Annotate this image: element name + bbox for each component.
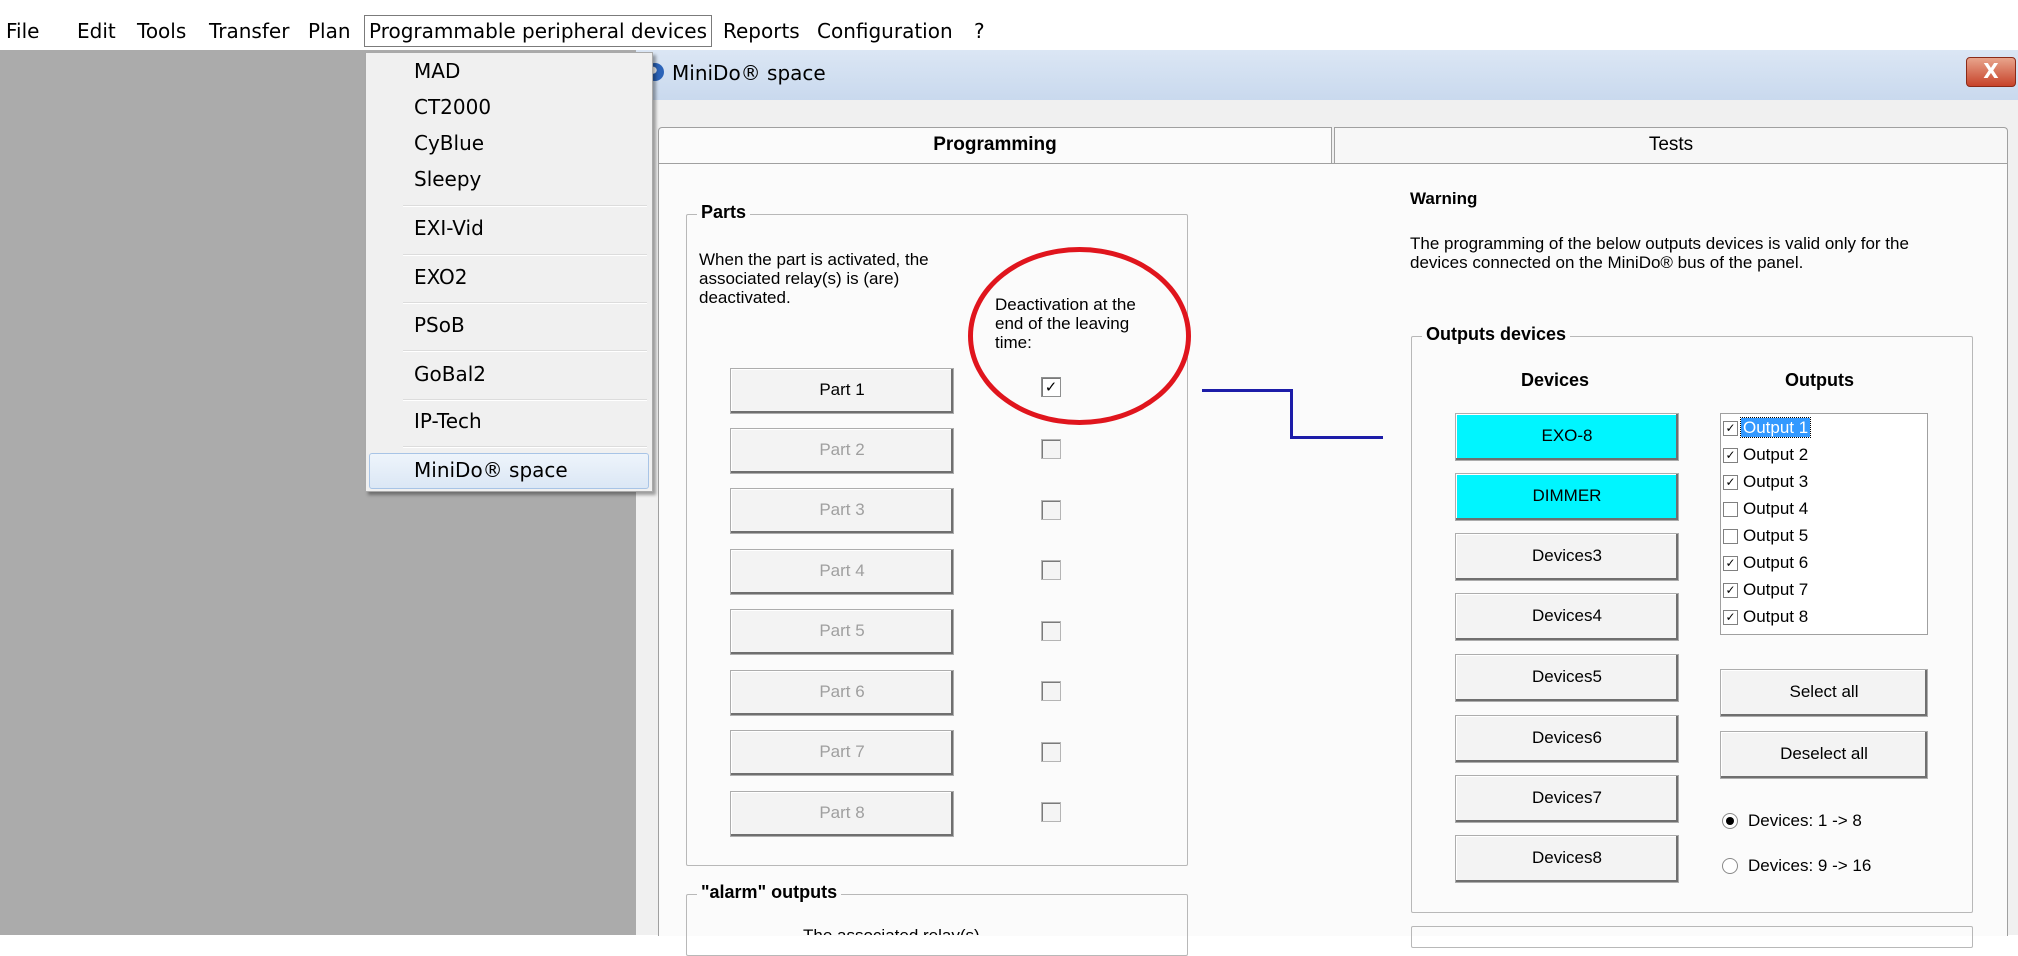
output-item[interactable]: ✓ Output 6 <box>1723 550 1810 576</box>
outputs-column-header: Outputs <box>1785 370 1854 390</box>
part-5-button[interactable]: Part 5 <box>730 609 954 655</box>
device-5-button[interactable]: Devices5 <box>1455 654 1679 702</box>
part-3-button[interactable]: Part 3 <box>730 488 954 534</box>
deselect-all-button[interactable]: Deselect all <box>1720 731 1928 779</box>
output-item[interactable]: ✓ Output 2 <box>1723 442 1810 468</box>
checkmark-icon[interactable]: ✓ <box>1723 610 1738 626</box>
peripheral-devices-dropdown: MAD CT2000 CyBlue Sleepy EXI-Vid EXO2 PS… <box>365 52 653 492</box>
part-2-button[interactable]: Part 2 <box>730 428 954 474</box>
devices-9-16-label: Devices: 9 -> 16 <box>1748 856 1872 875</box>
dropdown-item-mad[interactable]: MAD <box>414 56 460 86</box>
close-button[interactable]: X <box>1966 57 2016 87</box>
dropdown-separator <box>403 399 647 401</box>
parts-description: When the part is activated, the associat… <box>699 250 929 307</box>
device-2-button[interactable]: DIMMER <box>1455 473 1679 521</box>
dropdown-item-psob[interactable]: PSoB <box>414 310 465 340</box>
dropdown-separator <box>403 446 647 448</box>
dropdown-item-ip-tech[interactable]: IP-Tech <box>414 406 482 436</box>
warning-title: Warning <box>1410 189 1478 208</box>
dropdown-separator <box>403 254 647 256</box>
menu-reports[interactable]: Reports <box>719 16 804 46</box>
dropdown-separator <box>403 302 647 304</box>
dropdown-separator <box>403 350 647 352</box>
device-6-button[interactable]: Devices6 <box>1455 715 1679 763</box>
select-all-button[interactable]: Select all <box>1720 669 1928 717</box>
dropdown-item-minido-space[interactable]: MiniDo® space <box>414 455 568 485</box>
alarm-outputs-text: The associated relay(s)... <box>803 926 1063 935</box>
dropdown-item-exi-vid[interactable]: EXI-Vid <box>414 213 484 243</box>
checkmark-icon[interactable]: ✓ <box>1723 475 1738 491</box>
dropdown-separator <box>403 205 647 207</box>
menu-plan[interactable]: Plan <box>304 16 355 46</box>
outputs-devices-legend: Outputs devices <box>1422 324 1571 345</box>
lower-group <box>1411 926 1973 948</box>
connector-line-top <box>1202 389 1293 392</box>
alarm-outputs-group: "alarm" outputs <box>686 882 1188 956</box>
part-4-deactivation-checkbox[interactable] <box>1041 560 1061 580</box>
part-3-deactivation-checkbox[interactable] <box>1041 500 1061 520</box>
dropdown-item-exo2[interactable]: EXO2 <box>414 262 468 292</box>
output-item[interactable]: Output 4 <box>1723 496 1810 522</box>
tab-programming[interactable]: Programming <box>658 127 1332 164</box>
outputs-checklist[interactable]: ✓ Output 1 ✓ Output 2 ✓ Output 3 Output 4 O… <box>1720 413 1928 635</box>
part-7-button[interactable]: Part 7 <box>730 730 954 776</box>
output-item[interactable]: ✓ Output 1 <box>1723 415 1812 441</box>
output-item[interactable]: ✓ Output 3 <box>1723 469 1810 495</box>
checkmark-icon[interactable]: ✓ <box>1723 421 1738 437</box>
dropdown-item-gobal2[interactable]: GoBal2 <box>414 359 486 389</box>
menu-programmable-peripheral-devices[interactable]: Programmable peripheral devices <box>364 15 712 47</box>
output-item[interactable]: ✓ Output 8 <box>1723 604 1810 630</box>
checkmark-icon[interactable]: ✓ <box>1723 448 1738 464</box>
devices-column-header: Devices <box>1521 370 1590 390</box>
dropdown-item-cyblue[interactable]: CyBlue <box>414 128 484 158</box>
part-7-deactivation-checkbox[interactable] <box>1041 742 1061 762</box>
checkmark-icon[interactable]: ✓ <box>1723 556 1738 572</box>
device-8-button[interactable]: Devices8 <box>1455 835 1679 883</box>
alarm-outputs-legend: "alarm" outputs <box>697 882 842 903</box>
menu-configuration[interactable]: Configuration <box>813 16 957 46</box>
menu-bar: File Edit Tools Transfer Plan Programmab… <box>0 10 2018 51</box>
checkbox-empty-icon[interactable] <box>1723 529 1738 545</box>
menu-file[interactable]: File <box>2 16 43 46</box>
device-4-button[interactable]: Devices4 <box>1455 593 1679 641</box>
device-3-button[interactable]: Devices3 <box>1455 533 1679 581</box>
checkmark-icon[interactable]: ✓ <box>1723 583 1738 599</box>
devices-1-8-radio[interactable] <box>1722 813 1738 829</box>
connector-line-bottom <box>1290 436 1383 439</box>
devices-1-8-label: Devices: 1 -> 8 <box>1748 811 1862 830</box>
tab-tests[interactable]: Tests <box>1334 127 2008 164</box>
warning-text: The programming of the below outputs dev… <box>1410 234 1909 272</box>
parts-legend: Parts <box>697 202 751 223</box>
part-4-button[interactable]: Part 4 <box>730 549 954 595</box>
device-7-button[interactable]: Devices7 <box>1455 775 1679 823</box>
part-6-button[interactable]: Part 6 <box>730 670 954 716</box>
dropdown-item-sleepy[interactable]: Sleepy <box>414 164 481 194</box>
window-title: MiniDo® space <box>672 61 826 85</box>
menu-edit[interactable]: Edit <box>73 16 120 46</box>
menu-tools[interactable]: Tools <box>133 16 190 46</box>
device-1-button[interactable]: EXO-8 <box>1455 413 1679 461</box>
part-8-deactivation-checkbox[interactable] <box>1041 802 1061 822</box>
menu-help[interactable]: ? <box>970 16 989 46</box>
checkbox-empty-icon[interactable] <box>1723 502 1738 518</box>
part-1-button[interactable]: Part 1 <box>730 368 954 414</box>
part-6-deactivation-checkbox[interactable] <box>1041 681 1061 701</box>
annotation-red-circle <box>968 247 1191 425</box>
connector-line-vertical <box>1290 389 1293 439</box>
menu-transfer[interactable]: Transfer <box>205 16 293 46</box>
part-2-deactivation-checkbox[interactable] <box>1041 439 1061 459</box>
devices-9-16-radio[interactable] <box>1722 858 1738 874</box>
part-8-button[interactable]: Part 8 <box>730 791 954 837</box>
window-titlebar[interactable]: MiniDo® space X <box>636 50 2018 100</box>
dropdown-item-ct2000[interactable]: CT2000 <box>414 92 491 122</box>
output-item[interactable]: Output 5 <box>1723 523 1810 549</box>
output-item[interactable]: ✓ Output 7 <box>1723 577 1810 603</box>
part-5-deactivation-checkbox[interactable] <box>1041 621 1061 641</box>
